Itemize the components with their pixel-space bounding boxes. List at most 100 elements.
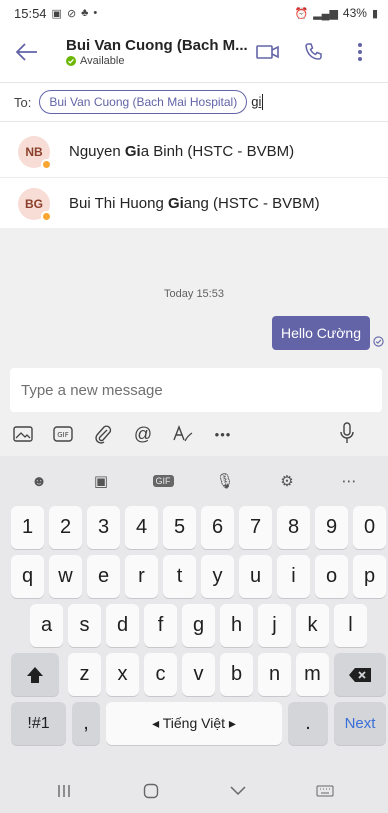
key-x[interactable]: x (106, 653, 139, 696)
more-dots-icon: ⋯ (341, 473, 357, 490)
recipient-row[interactable]: To: Bui Van Cuong (Bach Mai Hospital) gi (0, 82, 388, 122)
to-label: To: (14, 94, 32, 110)
keyboard-gif-icon: GIF (152, 475, 174, 487)
keyboard-settings-key[interactable]: ⚙ (271, 469, 303, 493)
key-j[interactable]: j (258, 604, 291, 647)
chevron-down-icon (229, 786, 246, 796)
key-h[interactable]: h (220, 604, 253, 647)
key-f[interactable]: f (144, 604, 177, 647)
key-6[interactable]: 6 (201, 506, 234, 549)
hide-keyboard-button[interactable] (218, 776, 258, 806)
key-5[interactable]: 5 (163, 506, 196, 549)
gallery-notification-icon: ▣ (51, 7, 62, 20)
recent-apps-icon (57, 785, 70, 797)
next-key[interactable]: Next (334, 702, 386, 745)
key-s[interactable]: s (68, 604, 101, 647)
back-button[interactable] (4, 29, 50, 75)
key-0[interactable]: 0 (353, 506, 386, 549)
key-t[interactable]: t (163, 555, 196, 598)
home-button[interactable] (131, 776, 171, 806)
chat-header: Bui Van Cuong (Bach M... Available (0, 26, 388, 78)
chat-title-block[interactable]: Bui Van Cuong (Bach M... Available (66, 37, 248, 67)
sent-message-bubble[interactable]: Hello Cường (271, 316, 370, 350)
name-match: Gi (124, 143, 141, 160)
key-p[interactable]: p (353, 555, 386, 598)
key-3[interactable]: 3 (87, 506, 120, 549)
more-options-button[interactable] (340, 32, 380, 72)
key-8[interactable]: 8 (277, 506, 310, 549)
keyboard-toolbar: ☻ ▣ GIF 🎙︎ ⚙ ⋯ (0, 466, 388, 496)
key-u[interactable]: u (239, 555, 272, 598)
key-z[interactable]: z (68, 653, 101, 696)
video-call-button[interactable] (248, 32, 288, 72)
gif-button[interactable]: GIF (52, 423, 74, 445)
composer-area: Type a new message GIF @ ••• (0, 366, 388, 456)
gif-key[interactable]: GIF (147, 469, 179, 493)
format-text-icon (173, 425, 193, 442)
signal-icon: ▂▄▆ (313, 7, 338, 20)
key-q[interactable]: q (11, 555, 44, 598)
space-key[interactable]: ◂ Tiếng Việt ▸ (106, 702, 282, 745)
presence-label: Available (80, 55, 125, 67)
backspace-key[interactable] (334, 653, 386, 696)
more-horizontal-icon: ••• (214, 426, 232, 442)
symbols-key[interactable]: !#1 (11, 702, 66, 745)
key-c[interactable]: c (144, 653, 177, 696)
comma-key[interactable]: , (72, 702, 100, 745)
key-a[interactable]: a (30, 604, 63, 647)
recipient-chip[interactable]: Bui Van Cuong (Bach Mai Hospital) (39, 90, 248, 114)
away-status-icon (41, 210, 52, 222)
mention-button[interactable]: @ (132, 423, 154, 445)
gif-icon: GIF (53, 426, 73, 442)
key-w[interactable]: w (49, 555, 82, 598)
period-key[interactable]: . (288, 702, 328, 745)
more-compose-options-button[interactable]: ••• (212, 423, 234, 445)
key-k[interactable]: k (296, 604, 329, 647)
key-y[interactable]: y (201, 555, 234, 598)
key-m[interactable]: m (296, 653, 329, 696)
keyboard-switch-button[interactable] (305, 776, 345, 806)
presence-status: Available (66, 55, 248, 67)
chat-title: Bui Van Cuong (Bach M... (66, 37, 248, 54)
recipient-search-input[interactable]: gi (247, 94, 264, 111)
more-vertical-icon (358, 43, 362, 61)
format-button[interactable] (172, 423, 194, 445)
key-4[interactable]: 4 (125, 506, 158, 549)
recent-apps-button[interactable] (44, 776, 84, 806)
key-o[interactable]: o (315, 555, 348, 598)
key-l[interactable]: l (334, 604, 367, 647)
available-check-icon (66, 56, 76, 66)
key-2[interactable]: 2 (49, 506, 82, 549)
back-arrow-icon (16, 43, 37, 61)
dictation-button[interactable] (336, 422, 358, 444)
key-n[interactable]: n (258, 653, 291, 696)
key-g[interactable]: g (182, 604, 215, 647)
suggestion-item[interactable]: BG Bui Thi Huong Giang (HSTC - BVBM) (0, 178, 388, 230)
key-r[interactable]: r (125, 555, 158, 598)
key-e[interactable]: e (87, 555, 120, 598)
avatar: BG (18, 187, 52, 222)
sticker-key[interactable]: ▣ (85, 469, 117, 493)
key-7[interactable]: 7 (239, 506, 272, 549)
system-nav-bar (0, 769, 388, 813)
key-b[interactable]: b (220, 653, 253, 696)
emoji-key[interactable]: ☻ (23, 469, 55, 493)
key-i[interactable]: i (277, 555, 310, 598)
phone-icon (305, 43, 322, 60)
shift-key[interactable] (11, 653, 59, 696)
key-v[interactable]: v (182, 653, 215, 696)
suggestion-item[interactable]: NB Nguyen Gia Binh (HSTC - BVBM) (0, 126, 388, 178)
key-d[interactable]: d (106, 604, 139, 647)
svg-text:GIF: GIF (57, 431, 69, 439)
audio-call-button[interactable] (294, 32, 334, 72)
image-button[interactable] (12, 423, 34, 445)
message-input[interactable]: Type a new message (10, 368, 382, 412)
keyboard-more-key[interactable]: ⋯ (333, 469, 365, 493)
voice-input-key[interactable]: 🎙︎ (209, 469, 241, 493)
key-9[interactable]: 9 (315, 506, 348, 549)
avatar-initials: BG (25, 196, 43, 211)
key-1[interactable]: 1 (11, 506, 44, 549)
attach-button[interactable] (92, 423, 114, 445)
blocked-notification-icon: ⊘ (66, 7, 77, 20)
keyboard-icon (316, 785, 333, 797)
